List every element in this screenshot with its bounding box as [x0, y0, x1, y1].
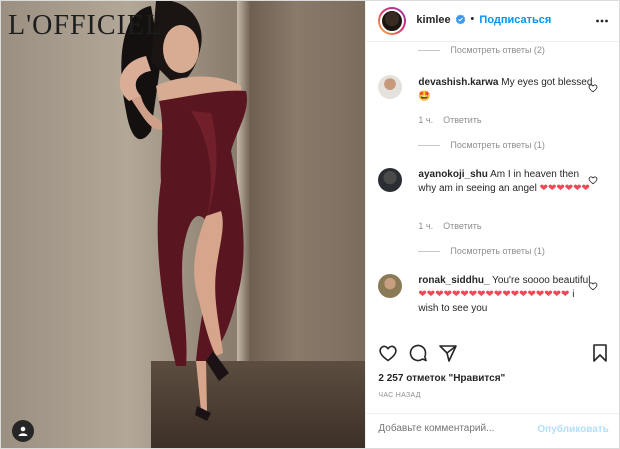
follow-button[interactable]: Подписаться [479, 14, 551, 26]
comment-input[interactable] [378, 423, 519, 434]
comments-list[interactable]: Посмотреть ответы (2) devashish.karwa My… [366, 41, 619, 343]
comment-username[interactable]: ronak_siddhu_ [418, 275, 489, 286]
reply-button[interactable]: Ответить [443, 115, 481, 125]
add-comment-bar: Опубликовать [366, 413, 620, 449]
header-separator: • [470, 13, 475, 25]
comment-time: 1 ч. [418, 115, 434, 125]
comment-username[interactable]: ayanokoji_shu [418, 169, 487, 180]
bookmark-icon[interactable] [590, 343, 610, 363]
comment-meta: 1 ч. Ответить [418, 221, 481, 231]
heart-icon[interactable] [588, 281, 598, 291]
photo-brand-logo: L'OFFICIEL [8, 10, 164, 41]
avatar[interactable] [378, 7, 407, 35]
comment-username[interactable]: devashish.karwa [418, 77, 498, 88]
reply-button[interactable]: Ответить [443, 221, 481, 231]
verified-badge-icon [456, 14, 466, 25]
post-side-panel: kimlee • Подписаться Посмотреть ответы (… [365, 1, 620, 449]
comment-time: 1 ч. [418, 221, 434, 231]
post-timestamp: ЧАС НАЗАД [378, 392, 421, 399]
comment-text: devashish.karwa My eyes got blessed 🤩 [418, 76, 596, 104]
heart-icon[interactable] [588, 175, 598, 185]
comment-icon[interactable] [408, 343, 428, 363]
post-photo[interactable]: L'OFFICIEL [1, 1, 366, 448]
avatar[interactable] [378, 75, 403, 99]
post-actions [366, 343, 619, 369]
view-replies-button[interactable]: Посмотреть ответы (1) [418, 140, 545, 150]
user-tag-icon[interactable] [12, 420, 34, 442]
comment-meta: 1 ч. Ответить [418, 115, 481, 125]
photo-model-figure [119, 1, 248, 421]
author-username[interactable]: kimlee [416, 14, 450, 26]
share-icon[interactable] [438, 343, 458, 363]
comment-text: ayanokoji_shu Am I in heaven then why am… [418, 168, 596, 196]
more-horizontal-icon[interactable] [595, 14, 609, 28]
comment-text: ronak_siddhu_ You're soooo beautiful ❤❤❤… [418, 274, 596, 316]
heart-icon[interactable] [588, 83, 598, 93]
view-replies-button[interactable]: Посмотреть ответы (2) [418, 45, 545, 55]
heart-icon[interactable] [378, 343, 398, 363]
avatar[interactable] [378, 168, 403, 192]
publish-button[interactable]: Опубликовать [537, 424, 608, 435]
post-header: kimlee • Подписаться [366, 1, 620, 42]
like-count[interactable]: 2 257 отметок "Нравится" [378, 373, 505, 384]
avatar[interactable] [378, 274, 403, 298]
view-replies-button[interactable]: Посмотреть ответы (1) [418, 246, 545, 256]
instagram-post: L'OFFICIEL kimlee • Подписаться Посмотре… [0, 0, 620, 449]
